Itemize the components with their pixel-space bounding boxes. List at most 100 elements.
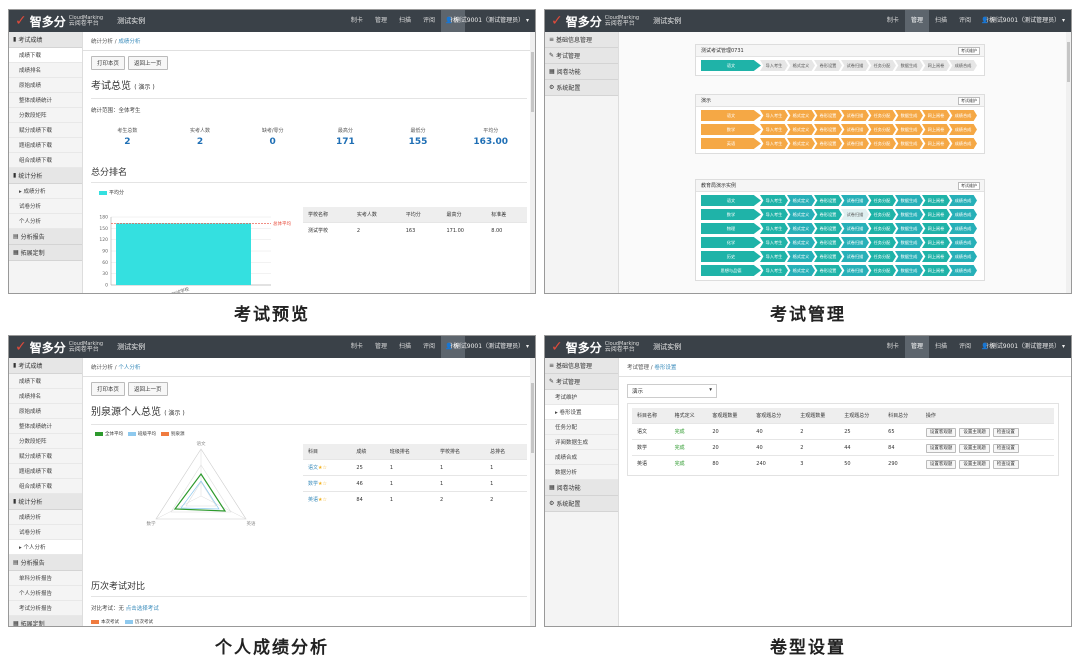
- crumb-current[interactable]: 卷形设置: [654, 365, 676, 371]
- pipeline-step[interactable]: 任务分配: [868, 223, 896, 234]
- sidebar-group[interactable]: ⚙ 系统配置: [545, 496, 618, 512]
- sidebar-item[interactable]: 原始成绩: [9, 404, 82, 419]
- sidebar-item[interactable]: 题组成绩下载: [9, 138, 82, 153]
- pipeline-subject[interactable]: 语文: [701, 195, 761, 206]
- crumb-parent[interactable]: 统计分析: [91, 365, 113, 371]
- pipeline-step[interactable]: 网上阅卷: [922, 237, 950, 248]
- subject-link[interactable]: 语文: [308, 465, 318, 471]
- pipeline-step[interactable]: 网上阅卷: [922, 60, 950, 71]
- crumb-parent[interactable]: 统计分析: [91, 39, 113, 45]
- pipeline-step[interactable]: 导入考生: [760, 265, 788, 276]
- pipeline-step[interactable]: 成绩合成: [949, 223, 977, 234]
- sidebar-item[interactable]: 成绩排名: [9, 63, 82, 78]
- pipeline-step[interactable]: 成绩合成: [949, 195, 977, 206]
- sidebar-item[interactable]: ▸ 个人分析: [9, 540, 82, 555]
- pipeline-subject[interactable]: 数学: [701, 209, 761, 220]
- print-button[interactable]: 打印本页: [91, 382, 126, 396]
- sidebar-group[interactable]: ▦ 拓展定制: [9, 245, 82, 261]
- sidebar-group[interactable]: ≡ 基础信息管理: [545, 32, 618, 48]
- app-logo[interactable]: ✓ 智多分 CloudMarking 云阅卷平台: [551, 339, 639, 356]
- sidebar-group[interactable]: ✎ 考试管理: [545, 374, 618, 390]
- sidebar-group[interactable]: ▦ 阅卷功能: [545, 480, 618, 496]
- pipeline-step[interactable]: 任务分配: [868, 265, 896, 276]
- sidebar-item[interactable]: ▸ 成绩分析: [9, 184, 82, 199]
- pipeline-step[interactable]: 数据生成: [895, 138, 923, 149]
- pipeline-subject[interactable]: 英语: [701, 138, 761, 149]
- user-menu[interactable]: 👤 测试9001（测试管理员） ▾: [445, 10, 529, 32]
- back-button[interactable]: 返回上一页: [128, 56, 168, 70]
- sidebar-item[interactable]: 成绩下载: [9, 48, 82, 63]
- pipeline-step[interactable]: 卷形设置: [814, 223, 842, 234]
- pipeline-step[interactable]: 试卷扫描: [841, 251, 869, 262]
- scroll-thumb[interactable]: [1067, 42, 1070, 82]
- sidebar-group[interactable]: ⚙ 系统配置: [545, 80, 618, 96]
- nav-card[interactable]: 制卡: [345, 10, 369, 32]
- back-button[interactable]: 返回上一页: [128, 382, 168, 396]
- sidebar-group[interactable]: ▮ 考试成绩: [9, 32, 82, 48]
- select-exam-link[interactable]: 点击选择考试: [126, 606, 159, 612]
- sidebar-group[interactable]: ✎ 考试管理: [545, 48, 618, 64]
- op-button[interactable]: 设置客观题: [925, 427, 957, 437]
- pipeline-step[interactable]: 网上阅卷: [922, 223, 950, 234]
- pipeline-subject[interactable]: 语文: [701, 60, 761, 71]
- pipeline-step[interactable]: 网上阅卷: [922, 265, 950, 276]
- app-logo[interactable]: ✓ 智多分 CloudMarking 云阅卷平台: [15, 339, 103, 356]
- nav-scan[interactable]: 扫描: [393, 336, 417, 358]
- scrollbar[interactable]: [530, 358, 535, 626]
- crumb-current[interactable]: 成绩分析: [118, 39, 140, 45]
- crumb-parent[interactable]: 考试管理: [627, 365, 649, 371]
- pipeline-step[interactable]: 数据生成: [895, 265, 923, 276]
- pipeline-step[interactable]: 试卷扫描: [841, 124, 869, 135]
- pipeline-step[interactable]: 数据生成: [895, 251, 923, 262]
- op-button[interactable]: 检查设置: [992, 427, 1019, 437]
- pipeline-step[interactable]: 试卷扫描: [841, 138, 869, 149]
- pipeline-step[interactable]: 任务分配: [868, 138, 896, 149]
- subject-link[interactable]: 数学: [308, 481, 318, 487]
- pipeline-step[interactable]: 任务分配: [868, 195, 896, 206]
- exam-maintain-button[interactable]: 考试维护: [958, 97, 980, 105]
- scroll-thumb[interactable]: [531, 383, 534, 453]
- pipeline-step[interactable]: 成绩合成: [949, 110, 977, 121]
- sidebar-item[interactable]: 成绩分析: [9, 510, 82, 525]
- sidebar-item[interactable]: 成绩排名: [9, 389, 82, 404]
- scroll-thumb[interactable]: [531, 52, 534, 112]
- pipeline-step[interactable]: 任务分配: [868, 124, 896, 135]
- sidebar-group[interactable]: ▦ 阅卷功能: [545, 64, 618, 80]
- sidebar-item[interactable]: 组合成绩下载: [9, 153, 82, 168]
- sidebar-item[interactable]: 考试维护: [545, 390, 618, 405]
- pipeline-step[interactable]: 试卷扫描: [841, 265, 869, 276]
- op-button[interactable]: 设置主观题: [959, 427, 990, 437]
- sidebar-item[interactable]: 赋分成绩下载: [9, 449, 82, 464]
- pipeline-step[interactable]: 格式定义: [787, 251, 815, 262]
- sidebar-item[interactable]: 成绩合成: [545, 450, 618, 465]
- pipeline-step[interactable]: 导入考生: [760, 138, 788, 149]
- sidebar-item[interactable]: 原始成绩: [9, 78, 82, 93]
- pipeline-step[interactable]: 网上阅卷: [922, 195, 950, 206]
- pipeline-step[interactable]: 格式定义: [787, 124, 815, 135]
- exam-maintain-button[interactable]: 考试维护: [958, 182, 980, 190]
- nav-review[interactable]: 评阅: [953, 336, 977, 358]
- pipeline-step[interactable]: 成绩合成: [949, 251, 977, 262]
- sidebar-item[interactable]: 组合成绩下载: [9, 479, 82, 494]
- pipeline-step[interactable]: 卷形设置: [814, 124, 842, 135]
- pipeline-step[interactable]: 卷形设置: [814, 60, 842, 71]
- sidebar-group[interactable]: ▮ 统计分析: [9, 168, 82, 184]
- pipeline-step[interactable]: 卷形设置: [814, 237, 842, 248]
- app-logo[interactable]: ✓ 智多分 CloudMarking 云阅卷平台: [15, 13, 103, 30]
- pipeline-step[interactable]: 格式定义: [787, 237, 815, 248]
- user-menu[interactable]: 👤 测试9001（测试管理员） ▾: [445, 336, 529, 358]
- pipeline-step[interactable]: 导入考生: [760, 195, 788, 206]
- pipeline-step[interactable]: 成绩合成: [949, 237, 977, 248]
- pipeline-step[interactable]: 网上阅卷: [922, 251, 950, 262]
- sidebar-item[interactable]: 个人分析: [9, 214, 82, 229]
- nav-review[interactable]: 评阅: [417, 336, 441, 358]
- sidebar-group[interactable]: ▮ 考试成绩: [9, 358, 82, 374]
- sidebar-item[interactable]: 整体成绩统计: [9, 419, 82, 434]
- pipeline-step[interactable]: 试卷扫描: [841, 237, 869, 248]
- pipeline-step[interactable]: 任务分配: [868, 251, 896, 262]
- pipeline-step[interactable]: 格式定义: [787, 60, 815, 71]
- nav-manage[interactable]: 管理: [904, 10, 929, 32]
- pipeline-step[interactable]: 导入考生: [760, 251, 788, 262]
- sidebar-group[interactable]: ▤ 分析报告: [9, 229, 82, 245]
- sidebar-item[interactable]: 成绩下载: [9, 374, 82, 389]
